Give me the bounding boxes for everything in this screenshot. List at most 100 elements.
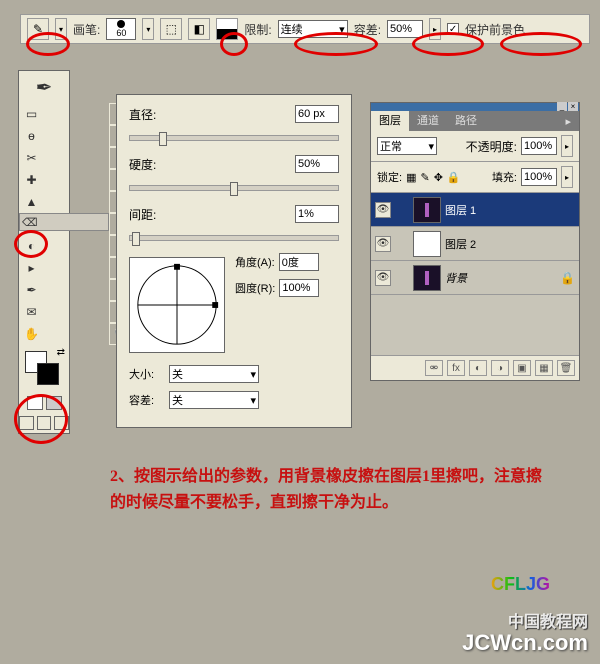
pen-tool-icon[interactable]: ✒	[19, 279, 44, 301]
screenmode-1-icon[interactable]	[19, 416, 34, 430]
lock-all-icon[interactable]: 🔒	[447, 171, 461, 184]
tolerance-arrow[interactable]: ▸	[429, 18, 441, 40]
quickmask-row	[19, 393, 69, 413]
watermark-url: JCWcn.com	[462, 630, 588, 656]
layers-panel: _× 图层 通道 路径 ▸ 正常▾ 不透明度: ▸ 锁定: ▦ ✎ ✥ 🔒 填充…	[370, 102, 580, 381]
layer-thumbnail[interactable]	[413, 231, 441, 257]
healing-tool-icon[interactable]: ✚	[19, 169, 44, 191]
bg-eraser-tool-icon[interactable]: ⌫	[19, 213, 109, 231]
trash-icon[interactable]: 🗑	[557, 360, 575, 376]
limit-select[interactable]: 连续▾	[278, 20, 348, 38]
lock-transparent-icon[interactable]: ▦	[406, 171, 416, 184]
layer-name[interactable]: 背景	[445, 270, 467, 286]
layer-thumbnail[interactable]	[413, 197, 441, 223]
brush-settings-panel: 直径: 硬度: 间距: 角度(A): 圆度(R): 大小: 关▾	[116, 94, 352, 428]
protect-fg-label: 保护前景色	[465, 21, 525, 38]
color-swatches: ⇄	[19, 345, 69, 393]
blend-mode-select[interactable]: 正常▾	[377, 137, 437, 155]
tol-control-select[interactable]: 关▾	[169, 391, 259, 409]
visibility-icon[interactable]: 👁	[375, 202, 391, 218]
brush-label: 画笔:	[73, 21, 100, 38]
size-control-select[interactable]: 关▾	[169, 365, 259, 383]
tool-preset-dropdown[interactable]: ▾	[55, 18, 67, 40]
stamp-tool-icon[interactable]: ▲	[19, 191, 44, 213]
tolerance-input[interactable]	[387, 20, 423, 38]
sampling-once-icon[interactable]: ◧	[188, 18, 210, 40]
layer-row[interactable]: 👁 图层 1	[371, 193, 579, 227]
mask-icon[interactable]: ◐	[469, 360, 487, 376]
lock-icon: 🔒	[560, 271, 575, 285]
close-icon[interactable]: ×	[568, 102, 578, 111]
quickmask-mode-icon[interactable]	[46, 396, 62, 410]
fill-label: 填充:	[492, 169, 517, 185]
layer-row[interactable]: 👁 图层 2	[371, 227, 579, 261]
spacing-slider[interactable]	[129, 235, 339, 241]
path-tool-icon[interactable]: ▸	[19, 257, 44, 279]
layer-list: 👁 图层 1 👁 图层 2 👁 背景 🔒	[371, 193, 579, 355]
layer-name[interactable]: 图层 1	[445, 202, 476, 218]
ps-feather-icon: ✒	[19, 71, 69, 103]
background-color[interactable]	[37, 363, 59, 385]
folder-icon[interactable]: ▣	[513, 360, 531, 376]
roundness-input[interactable]	[279, 279, 319, 297]
opacity-input[interactable]	[521, 137, 557, 155]
panel-tabs: 图层 通道 路径 ▸	[371, 111, 579, 131]
toolbox: ✒ ▭ ✥ ɵ ✦ ✂ ▱ ✚ ✎ ▲ ↺ ⌫ ▦ ◐ ◑ ▸ T ✒ ◻ ✉ …	[18, 70, 70, 434]
lasso-tool-icon[interactable]: ɵ	[19, 125, 44, 147]
lock-pixels-icon[interactable]: ✎	[420, 171, 429, 184]
panel-titlebar[interactable]: _×	[371, 103, 579, 111]
lock-label: 锁定:	[377, 169, 402, 185]
standard-mode-icon[interactable]	[27, 396, 43, 410]
brush-preview[interactable]: 60	[106, 18, 136, 40]
swap-colors-icon[interactable]: ⇄	[57, 347, 65, 358]
tab-layers[interactable]: 图层	[371, 109, 409, 131]
layers-footer: ⚮ fx ◐ ◑ ▣ ▦ 🗑	[371, 355, 579, 380]
watermark-cn: 中国教程网	[508, 608, 588, 632]
hardness-slider[interactable]	[129, 185, 339, 191]
new-layer-icon[interactable]: ▦	[535, 360, 553, 376]
marquee-tool-icon[interactable]: ▭	[19, 103, 44, 125]
opacity-arrow[interactable]: ▸	[561, 135, 573, 157]
fill-input[interactable]	[521, 168, 557, 186]
lock-position-icon[interactable]: ✥	[434, 171, 443, 184]
sampling-continuous-icon[interactable]: ⬚	[160, 18, 182, 40]
tol-control-label: 容差:	[129, 392, 165, 408]
hardness-label: 硬度:	[129, 156, 165, 173]
screenmode-3-icon[interactable]	[54, 416, 69, 430]
blur-tool-icon[interactable]: ◐	[19, 235, 44, 257]
minimize-icon[interactable]: _	[557, 102, 567, 111]
options-bar: ✎ ▾ 画笔: 60 ▾ ⬚ ◧ 限制: 连续▾ 容差: ▸ ✓ 保护前景色	[20, 14, 590, 44]
hardness-input[interactable]	[295, 155, 339, 173]
fx-icon[interactable]: fx	[447, 360, 465, 376]
brush-dropdown[interactable]: ▾	[142, 18, 154, 40]
layer-thumbnail[interactable]	[413, 265, 441, 291]
protect-fg-checkbox[interactable]: ✓	[447, 23, 459, 35]
link-icon[interactable]: ⚮	[425, 360, 443, 376]
screenmode-2-icon[interactable]	[37, 416, 52, 430]
tolerance-label: 容差:	[354, 21, 381, 38]
diameter-label: 直径:	[129, 106, 165, 123]
spacing-input[interactable]	[295, 205, 339, 223]
layer-name[interactable]: 图层 2	[445, 236, 476, 252]
brush-angle-preview[interactable]	[129, 257, 225, 353]
angle-input[interactable]	[279, 253, 319, 271]
visibility-icon[interactable]: 👁	[375, 270, 391, 286]
instruction-text: 2、按图示给出的参数，用背景橡皮擦在图层1里擦吧，注意擦的时候尽量不要松手，直到…	[110, 464, 550, 516]
roundness-label: 圆度(R):	[235, 280, 275, 296]
size-control-label: 大小:	[129, 366, 165, 382]
tool-preset-icon[interactable]: ✎	[27, 18, 49, 40]
tab-channels[interactable]: 通道	[409, 109, 447, 131]
hand-tool-icon[interactable]: ✋	[19, 323, 44, 345]
sampling-swatch-icon[interactable]	[216, 18, 238, 40]
diameter-input[interactable]	[295, 105, 339, 123]
notes-tool-icon[interactable]: ✉	[19, 301, 44, 323]
crop-tool-icon[interactable]: ✂	[19, 147, 44, 169]
panel-menu-icon[interactable]: ▸	[557, 112, 579, 131]
fill-arrow[interactable]: ▸	[561, 166, 573, 188]
limit-label: 限制:	[244, 21, 271, 38]
adjust-icon[interactable]: ◑	[491, 360, 509, 376]
layer-row[interactable]: 👁 背景 🔒	[371, 261, 579, 295]
visibility-icon[interactable]: 👁	[375, 236, 391, 252]
diameter-slider[interactable]	[129, 135, 339, 141]
tab-paths[interactable]: 路径	[447, 109, 485, 131]
